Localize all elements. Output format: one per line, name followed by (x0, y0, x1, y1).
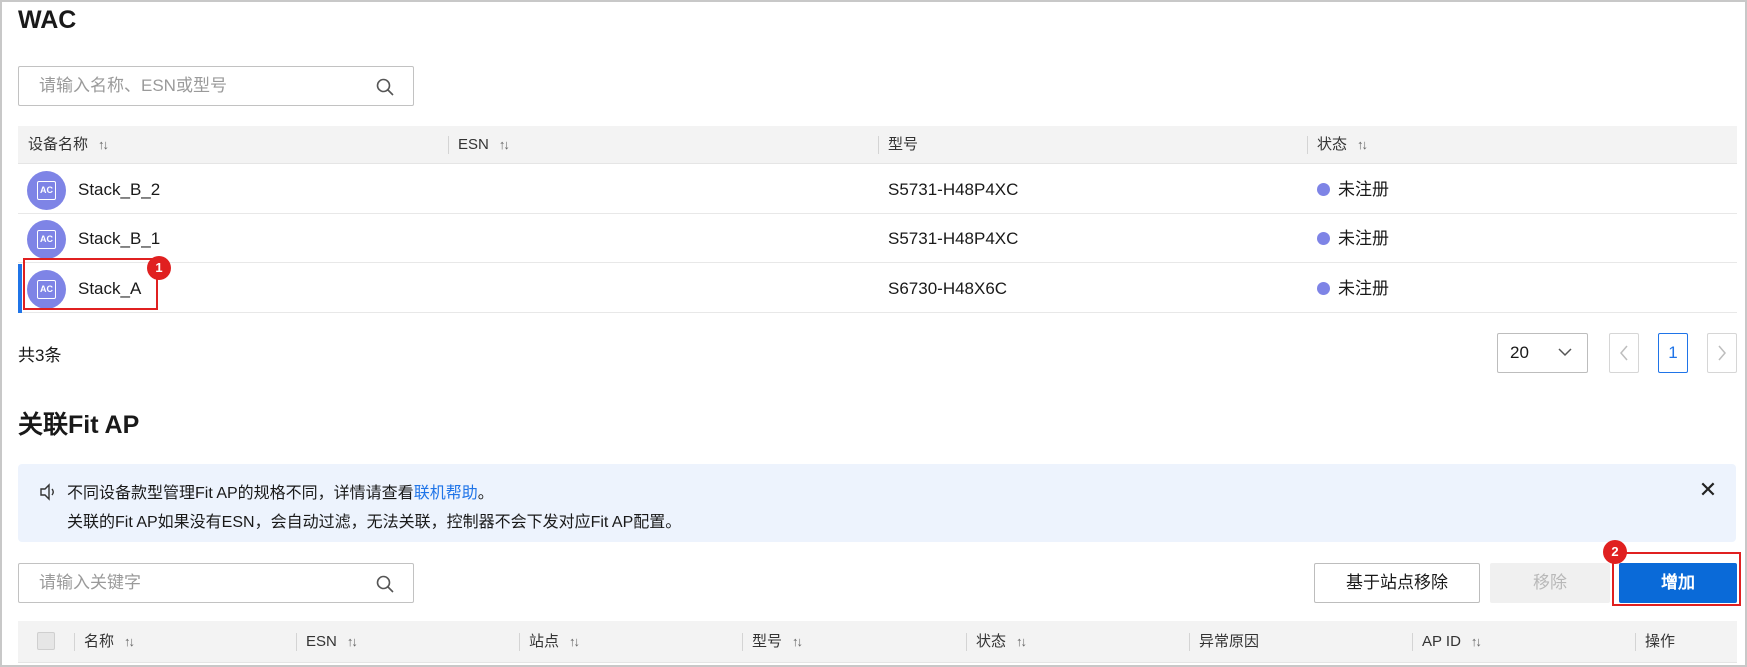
help-link[interactable]: 联机帮助 (414, 485, 478, 502)
next-page-button[interactable] (1707, 333, 1737, 373)
device-name[interactable]: Stack_B_2 (78, 165, 160, 214)
col-label: 设备名称 (28, 136, 89, 153)
selected-row-indicator (18, 264, 22, 313)
fitap-table-header: 名称 ↑↓ ESN ↑↓ 站点 ↑↓ 型号 ↑↓ 状态 ↑↓ 异常原因 AP ID ↑↓ 操… (18, 621, 1737, 663)
page-size-select[interactable]: 20 (1497, 333, 1588, 373)
sort-icon[interactable]: ↑↓ (347, 621, 358, 663)
sort-icon[interactable]: ↑↓ (499, 126, 510, 164)
status-dot (1317, 183, 1330, 197)
wac-search-input[interactable] (39, 67, 359, 105)
sort-icon[interactable]: ↑↓ (98, 126, 109, 164)
sort-icon[interactable]: ↑↓ (124, 621, 135, 663)
wac-search-box[interactable] (18, 66, 414, 106)
notice-text: 不同设备款型管理Fit AP的规格不同，详情请查看 (67, 485, 414, 502)
device-status: 未注册 (1317, 165, 1389, 214)
notice-line-2: 关联的Fit AP如果没有ESN，会自动过滤，无法关联，控制器不会下发对应Fit… (67, 514, 682, 531)
device-status: 未注册 (1317, 264, 1389, 313)
device-status: 未注册 (1317, 214, 1389, 263)
device-icon-label: AC (37, 230, 56, 249)
chevron-down-icon (1558, 348, 1572, 357)
status-text: 未注册 (1338, 229, 1389, 248)
device-model: S5731-H48P4XC (888, 180, 1019, 199)
col-header-ap-id[interactable]: AP ID ↑↓ (1412, 621, 1482, 663)
col-label: AP ID (1422, 633, 1461, 650)
col-header-site[interactable]: 站点 ↑↓ (519, 621, 580, 663)
step-badge-2: 2 (1603, 540, 1627, 564)
remove-by-site-button[interactable]: 基于站点移除 (1314, 563, 1480, 603)
notice-line-1: 不同设备款型管理Fit AP的规格不同，详情请查看联机帮助。 (67, 479, 494, 503)
notice-text-end: 。 (477, 485, 494, 502)
select-all-checkbox[interactable] (37, 632, 55, 650)
page-button-current[interactable]: 1 (1658, 333, 1688, 373)
wac-section-title: WAC (18, 6, 77, 34)
col-label: 异常原因 (1199, 633, 1260, 650)
page-frame: WAC 设备名称 ↑↓ ESN ↑↓ 型号 状态 ↑↓ AC Stack_B_2 (0, 0, 1747, 667)
fitap-search-box[interactable] (18, 563, 414, 603)
col-header-status[interactable]: 状态 ↑↓ (1307, 126, 1368, 164)
col-header-name[interactable]: 名称 ↑↓ (74, 621, 135, 663)
col-header-model: 型号 (878, 126, 918, 164)
total-count: 共3条 (18, 346, 62, 365)
sort-icon[interactable]: ↑↓ (792, 621, 803, 663)
col-header-actions: 操作 (1635, 621, 1675, 663)
col-label: 型号 (888, 136, 919, 153)
fitap-search-input[interactable] (39, 564, 359, 602)
sort-icon[interactable]: ↑↓ (1016, 621, 1027, 663)
sort-icon[interactable]: ↑↓ (1471, 621, 1482, 663)
col-label: 型号 (752, 633, 783, 650)
sort-icon[interactable]: ↑↓ (1357, 126, 1368, 164)
remove-button[interactable]: 移除 (1490, 563, 1610, 603)
device-name[interactable]: Stack_B_1 (78, 214, 160, 263)
col-header-device-name[interactable]: 设备名称 ↑↓ (18, 126, 109, 164)
col-label: 名称 (84, 633, 115, 650)
col-header-esn[interactable]: ESN ↑↓ (448, 126, 510, 164)
col-label: 操作 (1645, 633, 1676, 650)
step-badge-1: 1 (147, 256, 171, 280)
sort-icon[interactable]: ↑↓ (569, 621, 580, 663)
col-header-status[interactable]: 状态 ↑↓ (966, 621, 1027, 663)
table-row[interactable]: AC Stack_B_2 S5731-H48P4XC 未注册 (18, 165, 1737, 214)
status-dot (1317, 232, 1330, 246)
col-header-model[interactable]: 型号 ↑↓ (742, 621, 803, 663)
col-label: 状态 (1317, 136, 1348, 153)
column-divider (74, 633, 75, 651)
col-label: ESN (458, 136, 489, 153)
col-header-exception-reason: 异常原因 (1189, 621, 1259, 663)
status-dot (1317, 282, 1330, 296)
wac-table-header: 设备名称 ↑↓ ESN ↑↓ 型号 状态 ↑↓ (18, 126, 1737, 164)
search-icon[interactable] (375, 77, 395, 97)
chevron-right-icon (1718, 345, 1726, 361)
col-header-esn[interactable]: ESN ↑↓ (296, 621, 358, 663)
close-icon[interactable]: ✕ (1696, 478, 1720, 502)
device-model: S6730-H48X6C (888, 279, 1008, 298)
col-label: 站点 (529, 633, 560, 650)
device-ac-icon: AC (27, 171, 66, 210)
status-text: 未注册 (1338, 180, 1389, 199)
status-text: 未注册 (1338, 279, 1389, 298)
device-model: S5731-H48P4XC (888, 229, 1019, 248)
table-row-selected[interactable]: AC Stack_A S6730-H48X6C 未注册 (18, 264, 1737, 313)
highlight-frame-step-2 (1612, 552, 1741, 606)
info-notice: 不同设备款型管理Fit AP的规格不同，详情请查看联机帮助。 关联的Fit AP… (18, 464, 1736, 542)
device-icon-label: AC (37, 181, 56, 200)
page-size-value: 20 (1510, 343, 1529, 362)
highlight-frame-step-1 (23, 258, 158, 310)
prev-page-button[interactable] (1609, 333, 1639, 373)
chevron-left-icon (1620, 345, 1628, 361)
device-ac-icon: AC (27, 220, 66, 259)
col-label: 状态 (976, 633, 1007, 650)
fitap-section-title: 关联Fit AP (18, 411, 140, 439)
col-label: ESN (306, 633, 337, 650)
speaker-icon (40, 483, 54, 501)
table-row[interactable]: AC Stack_B_1 S5731-H48P4XC 未注册 (18, 214, 1737, 263)
search-icon[interactable] (375, 574, 395, 594)
